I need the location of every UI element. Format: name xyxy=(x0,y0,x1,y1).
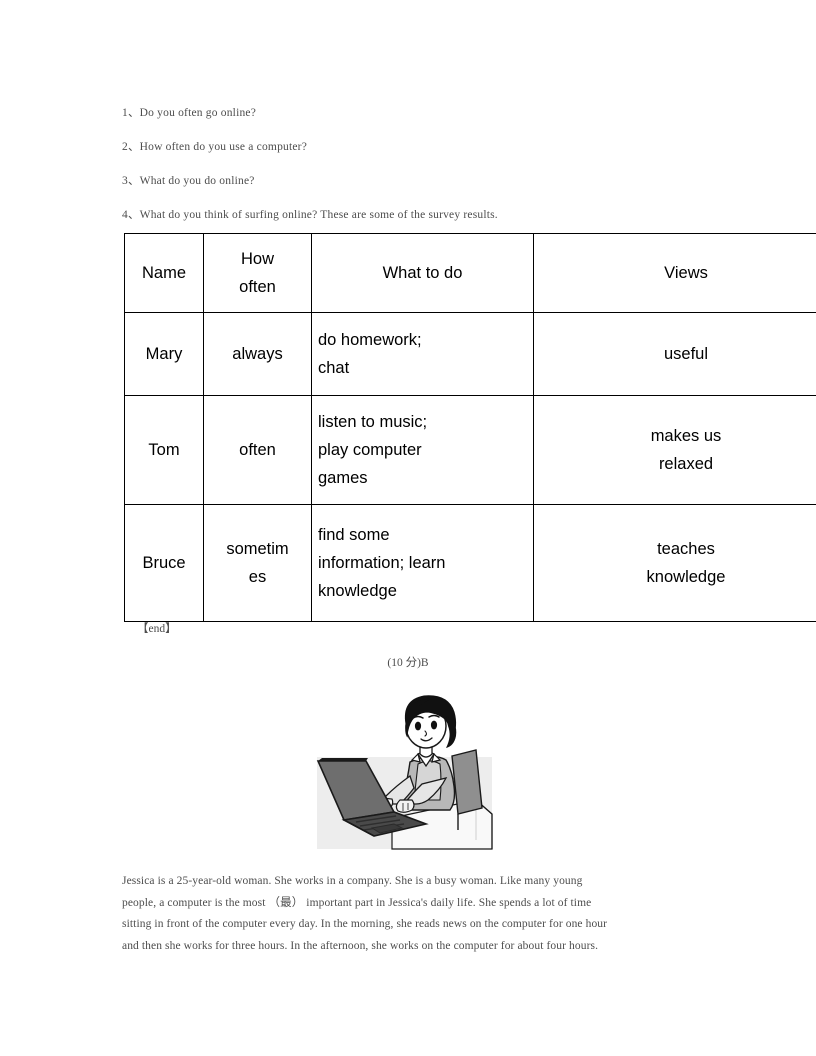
table-header-how-often-line2: often xyxy=(239,278,276,296)
cell-what-to-do-tom-line2: play computer xyxy=(318,441,422,459)
question-item-4: 4、What do you think of surfing online? T… xyxy=(122,209,498,221)
question-item-2: 2、How often do you use a computer? xyxy=(122,141,308,153)
cell-name-tom: Tom xyxy=(124,395,204,505)
cell-name-bruce: Bruce xyxy=(124,504,204,622)
survey-results-table: Name How often What to do Views Mary alw… xyxy=(124,233,816,622)
woman-at-laptop-icon xyxy=(316,695,493,850)
cell-what-to-do-bruce-line3: knowledge xyxy=(318,582,397,600)
computer-user-illustration xyxy=(300,690,512,852)
score-line: (10 分)B xyxy=(387,657,429,669)
passage-line-2: people, a computer is the most （最） impor… xyxy=(122,896,592,909)
cell-views-tom-line2: relaxed xyxy=(658,455,714,473)
cell-what-to-do-bruce: find some information; learn knowledge xyxy=(311,504,534,622)
cell-views-bruce: teaches knowledge xyxy=(533,504,816,622)
question-list: 1、Do you often go online? 2、How often do… xyxy=(122,96,722,232)
table-header-views: Views xyxy=(533,233,816,313)
cell-what-to-do-tom: listen to music; play computer games xyxy=(311,395,534,505)
cell-how-often-tom: often xyxy=(203,395,312,505)
table-header-name: Name xyxy=(124,233,204,313)
reading-passage: Jessica is a 25-year-old woman. She work… xyxy=(122,871,702,957)
question-item-1: 1、Do you often go online? xyxy=(122,107,257,119)
cell-views-mary: useful xyxy=(533,312,816,396)
cell-how-often-bruce-line1: sometim xyxy=(226,540,289,558)
cell-name-mary: Mary xyxy=(124,312,204,396)
table-header-how-often-line1: How xyxy=(240,250,274,268)
cell-what-to-do-mary-line2: chat xyxy=(318,359,350,377)
table-header-what-to-do: What to do xyxy=(311,233,534,313)
cell-views-tom: makes us relaxed xyxy=(533,395,816,505)
cell-how-often-bruce-line2: es xyxy=(248,568,267,586)
passage-line-1: Jessica is a 25-year-old woman. She work… xyxy=(122,875,583,887)
end-marker: 【end】 xyxy=(137,623,177,635)
passage-line-4: and then she works for three hours. In t… xyxy=(122,939,599,952)
cell-what-to-do-tom-line1: listen to music; xyxy=(318,413,428,431)
passage-line-3: sitting in front of the computer every d… xyxy=(122,918,608,930)
table-row: Bruce sometim es find some information; … xyxy=(124,504,816,622)
cell-what-to-do-mary-line1: do homework; xyxy=(318,331,422,349)
cell-views-bruce-line2: knowledge xyxy=(646,568,726,586)
table-header-row: Name How often What to do Views xyxy=(124,233,816,313)
cell-what-to-do-bruce-line2: information; learn xyxy=(318,554,446,572)
cell-views-tom-line1: makes us xyxy=(650,427,722,445)
table-header-how-often: How often xyxy=(203,233,312,313)
cell-what-to-do-bruce-line1: find some xyxy=(318,526,390,544)
cell-views-bruce-line1: teaches xyxy=(657,540,715,558)
table-row: Mary always do homework; chat useful xyxy=(124,312,816,396)
cell-how-often-mary: always xyxy=(203,312,312,396)
question-item-3: 3、What do you do online? xyxy=(122,175,255,187)
cell-what-to-do-tom-line3: games xyxy=(318,469,368,487)
document-page: 1、Do you often go online? 2、How often do… xyxy=(0,0,816,1056)
cell-how-often-bruce: sometim es xyxy=(203,504,312,622)
table-row: Tom often listen to music; play computer… xyxy=(124,395,816,505)
cell-what-to-do-mary: do homework; chat xyxy=(311,312,534,396)
